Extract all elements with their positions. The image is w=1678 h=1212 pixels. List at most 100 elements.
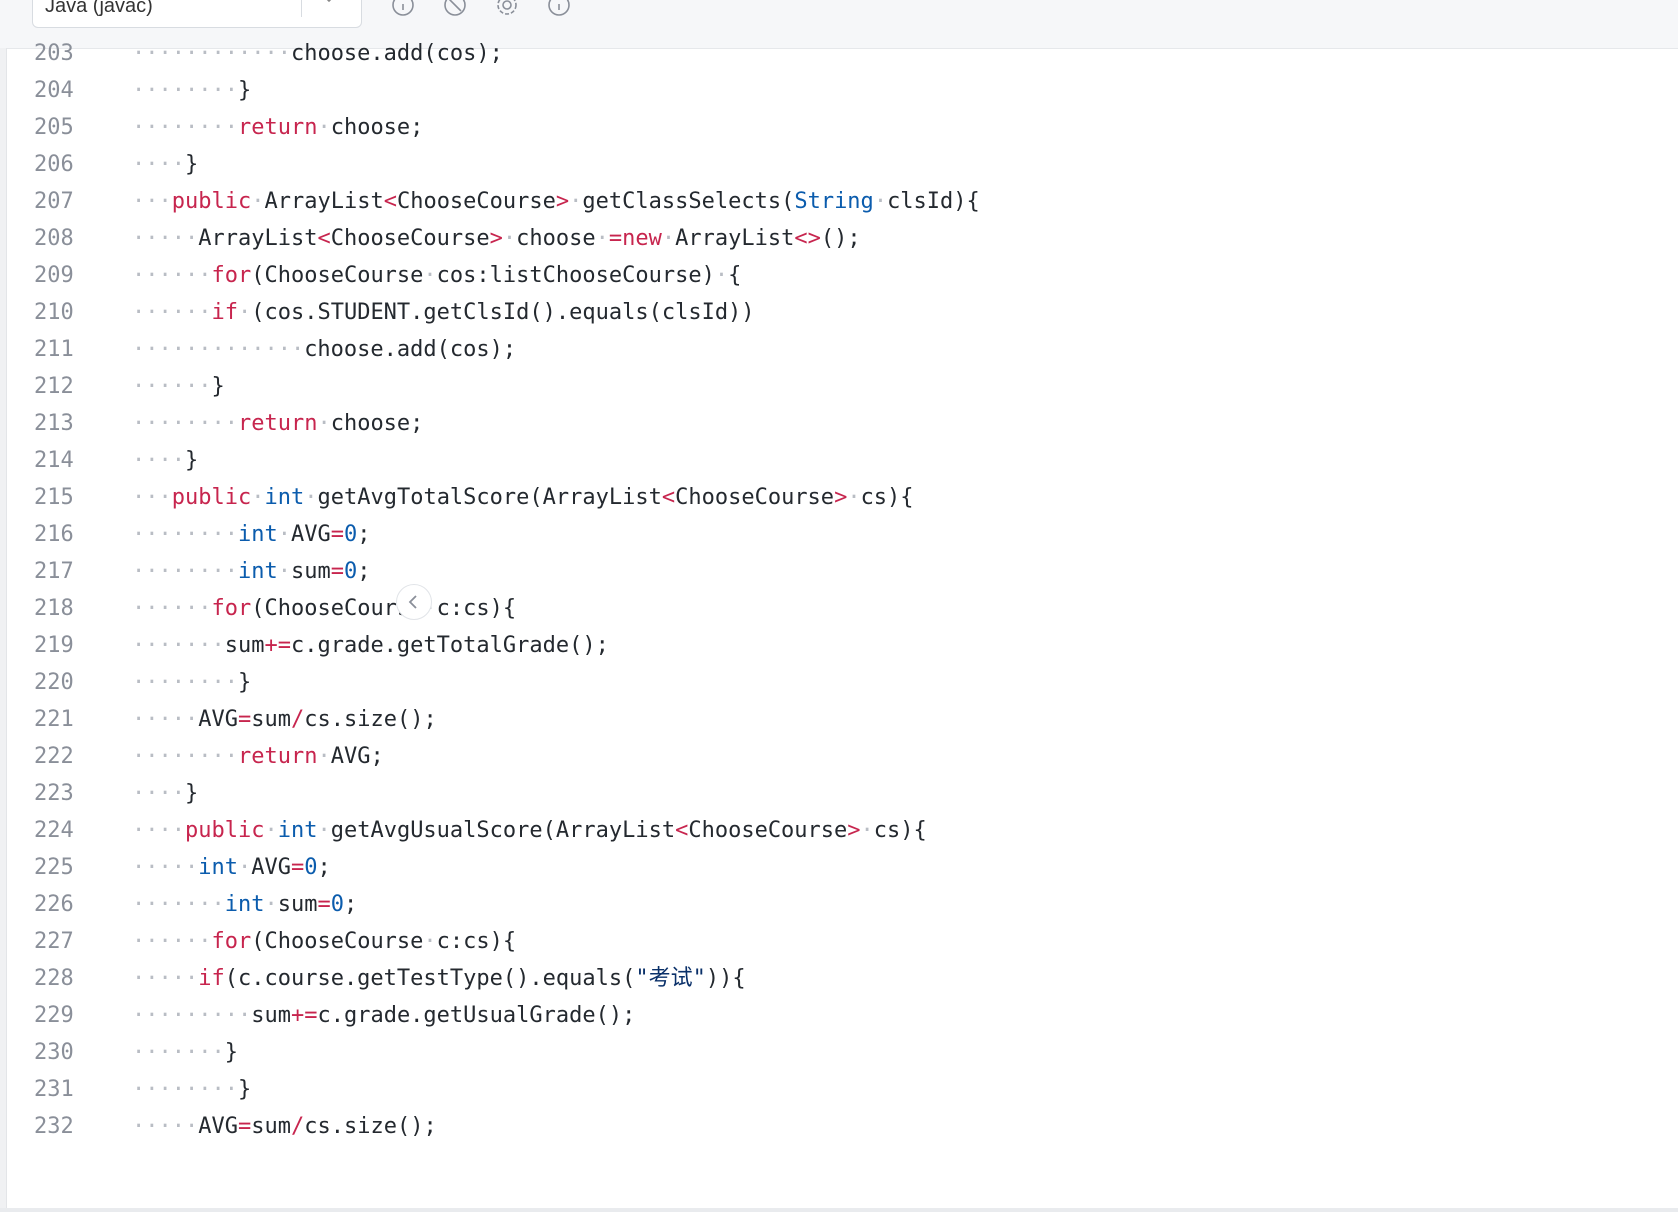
code-line[interactable]: 208 ·····ArrayList<ChooseCourse>·choose·=… xyxy=(6,219,1678,259)
line-number: 217 xyxy=(34,559,74,584)
line-code: ······for(ChooseCourse·c:cs){ xyxy=(132,596,517,621)
line-code: ········return·choose; xyxy=(132,411,424,436)
code-line[interactable]: 219 ·······sum+=c.grade.getTotalGrade(); xyxy=(6,626,1678,666)
chevron-left-icon xyxy=(408,595,417,609)
line-number: 222 xyxy=(34,744,74,769)
info-icon[interactable] xyxy=(390,0,416,18)
code-line[interactable]: 217 ········int·sum=0; xyxy=(6,552,1678,592)
line-code: ·····AVG=sum/cs.size(); xyxy=(132,1114,437,1139)
code-line[interactable]: 220 ········} xyxy=(6,663,1678,703)
line-number: 214 xyxy=(34,448,74,473)
line-code: ·····AVG=sum/cs.size(); xyxy=(132,707,437,732)
line-code: ···public·ArrayList<ChooseCourse>·getCla… xyxy=(132,189,980,214)
line-number: 203 xyxy=(34,41,74,66)
line-code: ········return·choose; xyxy=(132,115,424,140)
chevron-down-icon[interactable] xyxy=(323,0,335,5)
line-code: ········int·AVG=0; xyxy=(132,522,371,547)
restore-icon[interactable] xyxy=(442,0,468,18)
code-line[interactable]: 221 ·····AVG=sum/cs.size(); xyxy=(6,700,1678,740)
line-number: 211 xyxy=(34,337,74,362)
line-number: 205 xyxy=(34,115,74,140)
settings-icon[interactable] xyxy=(494,0,520,18)
line-number: 210 xyxy=(34,300,74,325)
line-number: 206 xyxy=(34,152,74,177)
line-number: 216 xyxy=(34,522,74,547)
code-line[interactable]: 214 ····} xyxy=(6,441,1678,481)
line-code: ·······sum+=c.grade.getTotalGrade(); xyxy=(132,633,609,658)
line-number: 227 xyxy=(34,929,74,954)
line-code: ······} xyxy=(132,374,225,399)
line-code: ········int·sum=0; xyxy=(132,559,371,584)
code-line[interactable]: 209 ······for(ChooseCourse·cos:listChoose… xyxy=(6,256,1678,296)
line-number: 223 xyxy=(34,781,74,806)
line-code: ········} xyxy=(132,78,252,103)
code-line[interactable]: 213 ········return·choose; xyxy=(6,404,1678,444)
code-line[interactable]: 206 ····} xyxy=(6,145,1678,185)
line-number: 225 xyxy=(34,855,74,880)
code-line[interactable]: 207 ···public·ArrayList<ChooseCourse>·get… xyxy=(6,182,1678,222)
line-number: 208 xyxy=(34,226,74,251)
panel-bottom-edge xyxy=(0,1208,1678,1212)
line-code: ····} xyxy=(132,152,199,177)
code-line[interactable]: 224 ····public·int·getAvgUsualScore(Array… xyxy=(6,811,1678,851)
line-code: ····public·int·getAvgUsualScore(ArrayLis… xyxy=(132,818,927,843)
code-line[interactable]: 226 ·······int·sum=0; xyxy=(6,885,1678,925)
code-line[interactable]: 225 ·····int·AVG=0; xyxy=(6,848,1678,888)
help-icon[interactable] xyxy=(546,0,572,18)
line-code: ·····if(c.course.getTestType().equals("考… xyxy=(132,966,746,991)
code-line[interactable]: 231 ········} xyxy=(6,1070,1678,1110)
code-line[interactable]: 216 ········int·AVG=0; xyxy=(6,515,1678,555)
line-code: ·······} xyxy=(132,1040,238,1065)
line-code: ········} xyxy=(132,670,252,695)
code-line[interactable]: 210 ······if·(cos.STUDENT.getClsId().equa… xyxy=(6,293,1678,333)
collapse-panel-button[interactable] xyxy=(396,584,432,620)
code-line[interactable]: 227 ······for(ChooseCourse·c:cs){ xyxy=(6,922,1678,962)
line-number: 224 xyxy=(34,818,74,843)
line-number: 212 xyxy=(34,374,74,399)
code-line[interactable]: 203 ············choose.add(cos); xyxy=(6,40,1678,74)
line-code: ·····ArrayList<ChooseCourse>·choose·=new… xyxy=(132,226,861,251)
line-number: 229 xyxy=(34,1003,74,1028)
language-select[interactable]: Java (javac) xyxy=(32,0,362,28)
code-line[interactable]: 215 ···public·int·getAvgTotalScore(ArrayL… xyxy=(6,478,1678,518)
code-line[interactable]: 228 ·····if(c.course.getTestType().equals… xyxy=(6,959,1678,999)
code-line[interactable]: 205 ········return·choose; xyxy=(6,108,1678,148)
line-code: ·········sum+=c.grade.getUsualGrade(); xyxy=(132,1003,636,1028)
line-code: ·············choose.add(cos); xyxy=(132,337,517,362)
code-line[interactable]: 212 ······} xyxy=(6,367,1678,407)
code-line[interactable]: 223 ····} xyxy=(6,774,1678,814)
line-code: ····} xyxy=(132,448,199,473)
line-code: ···public·int·getAvgTotalScore(ArrayList… xyxy=(132,485,914,510)
line-code: ······for(ChooseCourse·c:cs){ xyxy=(132,929,517,954)
line-number: 220 xyxy=(34,670,74,695)
code-line[interactable]: 211 ·············choose.add(cos); xyxy=(6,330,1678,370)
line-number: 218 xyxy=(34,596,74,621)
line-code: ····} xyxy=(132,781,199,806)
code-line[interactable]: 204 ········} xyxy=(6,71,1678,111)
line-number: 215 xyxy=(34,485,74,510)
line-code: ·······int·sum=0; xyxy=(132,892,358,917)
code-line[interactable]: 230 ·······} xyxy=(6,1033,1678,1073)
line-number: 209 xyxy=(34,263,74,288)
line-number: 221 xyxy=(34,707,74,732)
line-number: 232 xyxy=(34,1114,74,1139)
code-line[interactable]: 218 ······for(ChooseCourse·c:cs){ xyxy=(6,589,1678,629)
code-line[interactable]: 232 ·····AVG=sum/cs.size(); xyxy=(6,1107,1678,1147)
line-code: ············choose.add(cos); xyxy=(132,41,503,66)
line-number: 231 xyxy=(34,1077,74,1102)
line-code: ········return·AVG; xyxy=(132,744,384,769)
line-code: ······if·(cos.STUDENT.getClsId().equals(… xyxy=(132,300,755,325)
line-code: ·····int·AVG=0; xyxy=(132,855,331,880)
line-number: 230 xyxy=(34,1040,74,1065)
select-divider xyxy=(301,0,302,17)
code-line[interactable]: 222 ········return·AVG; xyxy=(6,737,1678,777)
line-number: 213 xyxy=(34,411,74,436)
line-number: 226 xyxy=(34,892,74,917)
language-label: Java (javac) xyxy=(45,0,153,17)
line-code: ········} xyxy=(132,1077,252,1102)
code-editor[interactable]: 203 ············choose.add(cos); 204 ······… xyxy=(6,40,1678,1208)
line-number: 204 xyxy=(34,78,74,103)
line-number: 207 xyxy=(34,189,74,214)
line-code: ······for(ChooseCourse·cos:listChooseCou… xyxy=(132,263,742,288)
code-line[interactable]: 229 ·········sum+=c.grade.getUsualGrade()… xyxy=(6,996,1678,1036)
